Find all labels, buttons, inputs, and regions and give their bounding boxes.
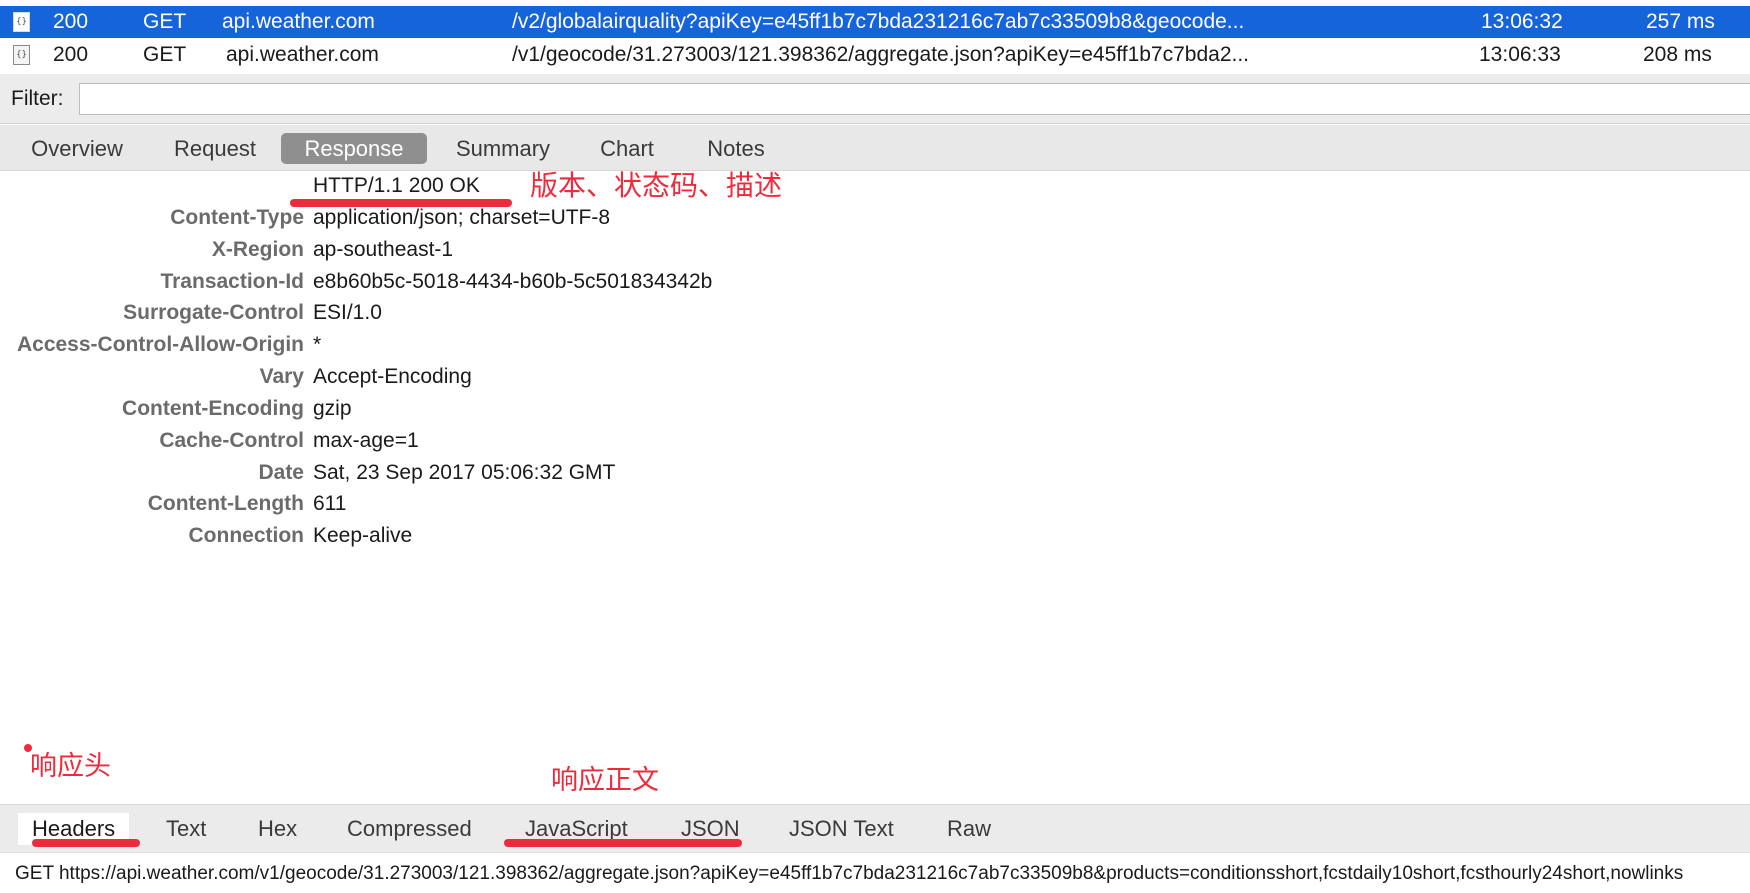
json-file-icon: {}: [13, 12, 30, 32]
filter-bar: Filter:: [0, 74, 1750, 124]
status-line-underline: [290, 199, 512, 207]
header-name: Access-Control-Allow-Origin: [16, 333, 304, 356]
header-value: Accept-Encoding: [313, 365, 472, 388]
status-bar: GET https://api.weather.com/v1/geocode/3…: [0, 852, 1750, 893]
header-name: Content-Type: [170, 206, 304, 229]
request-url-text: GET https://api.weather.com/v1/geocode/3…: [15, 863, 1684, 884]
header-value: application/json; charset=UTF-8: [313, 206, 611, 229]
tab-response[interactable]: Response: [281, 133, 427, 164]
status-annotation: 版本、状态码、描述: [530, 169, 783, 202]
headers-annotation: 响应头: [30, 751, 111, 782]
header-name: Connection: [188, 524, 305, 547]
method: GET: [143, 43, 187, 66]
filter-label: Filter:: [11, 87, 64, 110]
tab-text[interactable]: Text: [166, 813, 206, 845]
header-name: Content-Encoding: [122, 397, 304, 420]
json-file-icon: {}: [13, 45, 30, 65]
header-name: X-Region: [211, 238, 304, 261]
method: GET: [143, 10, 187, 33]
start-time: 13:06:32: [1481, 10, 1563, 33]
header-value: Sat, 23 Sep 2017 05:06:32 GMT: [313, 461, 616, 484]
header-value: ap-southeast-1: [313, 238, 454, 261]
path: /v1/geocode/31.273003/121.398362/aggrega…: [512, 43, 1249, 66]
content-view-tab-bar: Headers Text Hex Compressed JavaScript J…: [0, 804, 1750, 852]
header-name: Date: [258, 461, 304, 484]
request-row[interactable]: {} 200 GET api.weather.com /v1/geocode/3…: [0, 39, 1750, 71]
tab-chart[interactable]: Chart: [590, 133, 664, 164]
duration: 208 ms: [1643, 43, 1712, 66]
filter-input[interactable]: [79, 83, 1750, 115]
detail-tab-bar: Overview Request Response Summary Chart …: [0, 125, 1750, 171]
header-name: Surrogate-Control: [123, 301, 304, 324]
header-value: e8b60b5c-5018-4434-b60b-5c501834342b: [313, 270, 713, 293]
tab-request[interactable]: Request: [162, 133, 268, 164]
path: /v2/globalairquality?apiKey=e45ff1b7c7bd…: [512, 10, 1245, 33]
header-value: 611: [313, 492, 347, 515]
header-name: Vary: [259, 365, 304, 388]
host: api.weather.com: [226, 43, 379, 66]
header-value: *: [313, 333, 322, 356]
status-line: HTTP/1.1 200 OK: [313, 174, 480, 197]
header-value: ESI/1.0: [313, 301, 382, 324]
status-code: 200: [53, 43, 89, 66]
tab-notes[interactable]: Notes: [695, 133, 777, 164]
tab-summary[interactable]: Summary: [446, 133, 560, 164]
status-code: 200: [53, 10, 89, 33]
request-row[interactable]: {} 200 GET api.weather.com /v2/globalair…: [0, 6, 1750, 38]
duration: 257 ms: [1646, 10, 1715, 33]
tab-json-text[interactable]: JSON Text: [789, 813, 894, 845]
headers-tab-underline: [32, 839, 140, 847]
header-value: Keep-alive: [313, 524, 413, 547]
tab-compressed[interactable]: Compressed: [347, 813, 472, 845]
tab-raw[interactable]: Raw: [947, 813, 991, 845]
tab-hex[interactable]: Hex: [258, 813, 297, 845]
header-value: max-age=1: [313, 429, 419, 452]
header-name: Cache-Control: [159, 429, 304, 452]
header-value: gzip: [313, 397, 352, 420]
body-tabs-underline: [504, 839, 742, 847]
tab-overview[interactable]: Overview: [18, 133, 136, 164]
header-name: Transaction-Id: [160, 270, 304, 293]
start-time: 13:06:33: [1479, 43, 1561, 66]
header-name: Content-Length: [147, 492, 304, 515]
body-annotation: 响应正文: [551, 765, 659, 796]
host: api.weather.com: [222, 10, 375, 33]
